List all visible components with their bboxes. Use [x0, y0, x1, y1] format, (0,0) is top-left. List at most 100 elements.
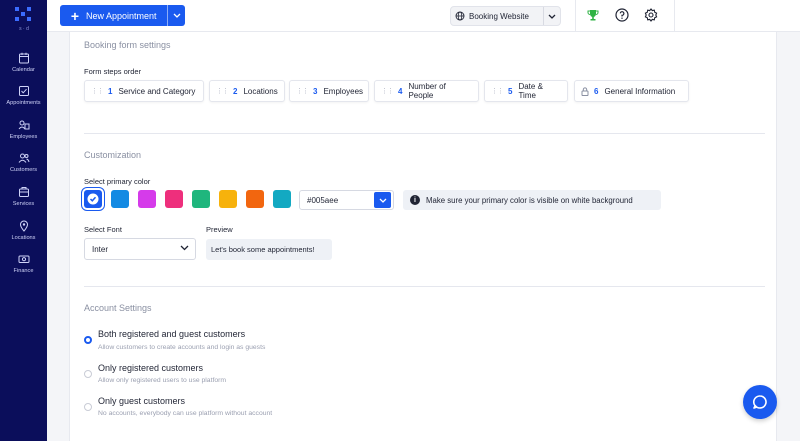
- option-description: No accounts, everybody can use platform …: [98, 410, 273, 417]
- info-text: Make sure your primary color is visible …: [426, 195, 633, 205]
- step-number-of-people[interactable]: ⋮⋮ 4 Number of People: [374, 80, 479, 102]
- primary-color-label: Select primary color: [84, 177, 151, 186]
- sidebar: s · d Calendar Appointments Employees Cu…: [0, 0, 47, 441]
- color-value: #005aee: [307, 195, 339, 205]
- color-swatch[interactable]: [138, 190, 156, 208]
- sidebar-item-label: Appointments: [6, 100, 41, 106]
- new-appointment-button[interactable]: + New Appointment: [60, 5, 185, 26]
- form-steps-order-label: Form steps order: [84, 67, 142, 76]
- step-employees[interactable]: ⋮⋮ 3 Employees: [289, 80, 369, 102]
- step-label: General Information: [604, 86, 676, 96]
- app-logo[interactable]: s · d: [13, 6, 35, 36]
- customization-title: Customization: [84, 150, 142, 160]
- step-number: 2: [233, 86, 238, 96]
- color-picker-button[interactable]: [374, 192, 391, 208]
- settings-icon[interactable]: [643, 7, 659, 23]
- location-pin-icon: [19, 220, 28, 232]
- account-settings-title: Account Settings: [84, 303, 152, 313]
- sidebar-item-label: Calendar: [12, 67, 35, 73]
- step-label: Number of People: [408, 82, 446, 100]
- help-circle-icon[interactable]: [614, 7, 630, 23]
- sidebar-item-label: Employees: [9, 134, 38, 140]
- sidebar-item-label: Finance: [13, 268, 34, 274]
- plus-icon: +: [70, 7, 80, 24]
- sidebar-item-label: Services: [12, 201, 35, 207]
- section-divider: [84, 133, 765, 134]
- trophy-icon[interactable]: [585, 7, 601, 23]
- color-swatch[interactable]: [111, 190, 129, 208]
- checkmark-circle-icon: [87, 193, 99, 205]
- option-description: Allow only registered users to use platf…: [98, 377, 227, 384]
- select-font-label: Select Font: [84, 225, 122, 234]
- font-select[interactable]: Inter: [84, 238, 196, 260]
- sidebar-item-label: Customers: [9, 167, 38, 173]
- step-general-information: 6 General Information: [574, 80, 689, 102]
- section-divider: [84, 286, 765, 287]
- sidebar-item-locations[interactable]: Locations: [0, 220, 47, 253]
- employees-icon: [18, 120, 29, 130]
- chat-support-button[interactable]: [743, 385, 777, 419]
- step-number: 4: [398, 86, 403, 96]
- step-label: Employees: [323, 86, 364, 96]
- option-title: Only registered customers: [98, 363, 204, 373]
- settings-card: Booking form settings Form steps order ⋮…: [69, 32, 777, 441]
- option-title: Only guest customers: [98, 396, 186, 406]
- option-title: Both registered and guest customers: [98, 329, 246, 339]
- drag-handle-icon[interactable]: ⋮⋮: [491, 87, 504, 95]
- sidebar-item-label: Locations: [11, 235, 36, 241]
- chevron-down-icon[interactable]: [544, 14, 560, 19]
- chevron-down-icon: [379, 198, 386, 203]
- drag-handle-icon[interactable]: ⋮⋮: [296, 87, 309, 95]
- color-swatch[interactable]: [219, 190, 237, 208]
- finance-icon: [18, 255, 29, 263]
- sidebar-item-calendar[interactable]: Calendar: [0, 52, 47, 85]
- radio-both-customers[interactable]: [84, 336, 92, 344]
- preview-label: Preview: [206, 225, 233, 234]
- sidebar-item-finance[interactable]: Finance: [0, 253, 47, 286]
- color-swatch[interactable]: [165, 190, 183, 208]
- color-swatch[interactable]: [246, 190, 264, 208]
- globe-icon: [451, 11, 469, 21]
- radio-registered-only[interactable]: [84, 370, 92, 378]
- services-icon: [18, 187, 29, 197]
- info-icon: i: [410, 195, 420, 205]
- top-bar: + New Appointment Booking Website: [47, 0, 800, 32]
- topbar-divider: [674, 0, 675, 32]
- step-label: Service and Category: [118, 86, 196, 96]
- appointments-icon: [18, 86, 29, 96]
- step-number: 1: [108, 86, 113, 96]
- lock-icon: [581, 86, 589, 96]
- step-number: 5: [508, 86, 513, 96]
- sidebar-item-customers[interactable]: Customers: [0, 152, 47, 185]
- sidebar-item-services[interactable]: Services: [0, 186, 47, 219]
- topbar-divider: [575, 0, 576, 32]
- sidebar-item-employees[interactable]: Employees: [0, 119, 47, 152]
- sidebar-item-appointments[interactable]: Appointments: [0, 85, 47, 118]
- booking-website-label: Booking Website: [469, 11, 529, 21]
- step-label: Locations: [243, 86, 278, 96]
- logo-text: s · d: [19, 26, 29, 32]
- chevron-down-icon[interactable]: [168, 13, 185, 18]
- booking-website-button[interactable]: Booking Website: [450, 6, 561, 26]
- drag-handle-icon[interactable]: ⋮⋮: [381, 87, 394, 95]
- font-value: Inter: [92, 244, 109, 254]
- customers-icon: [18, 153, 29, 163]
- color-swatch[interactable]: [273, 190, 291, 208]
- step-service-and-category[interactable]: ⋮⋮ 1 Service and Category: [84, 80, 204, 102]
- chevron-down-icon: [180, 244, 189, 253]
- preview-text: Let's book some appointments!: [211, 245, 315, 254]
- booking-form-settings-title: Booking form settings: [84, 40, 171, 50]
- color-swatch[interactable]: [81, 187, 105, 211]
- drag-handle-icon[interactable]: ⋮⋮: [216, 87, 229, 95]
- step-locations[interactable]: ⋮⋮ 2 Locations: [209, 80, 285, 102]
- color-swatch[interactable]: [192, 190, 210, 208]
- drag-handle-icon[interactable]: ⋮⋮: [91, 87, 104, 95]
- step-label: Date & Time: [518, 82, 543, 100]
- radio-guest-only[interactable]: [84, 403, 92, 411]
- font-preview: Let's book some appointments!: [206, 239, 332, 260]
- chat-bubble-icon: [752, 395, 767, 409]
- step-date-and-time[interactable]: ⋮⋮ 5 Date & Time: [484, 80, 568, 102]
- color-info-banner: i Make sure your primary color is visibl…: [403, 190, 661, 210]
- step-number: 3: [313, 86, 318, 96]
- step-number: 6: [594, 86, 599, 96]
